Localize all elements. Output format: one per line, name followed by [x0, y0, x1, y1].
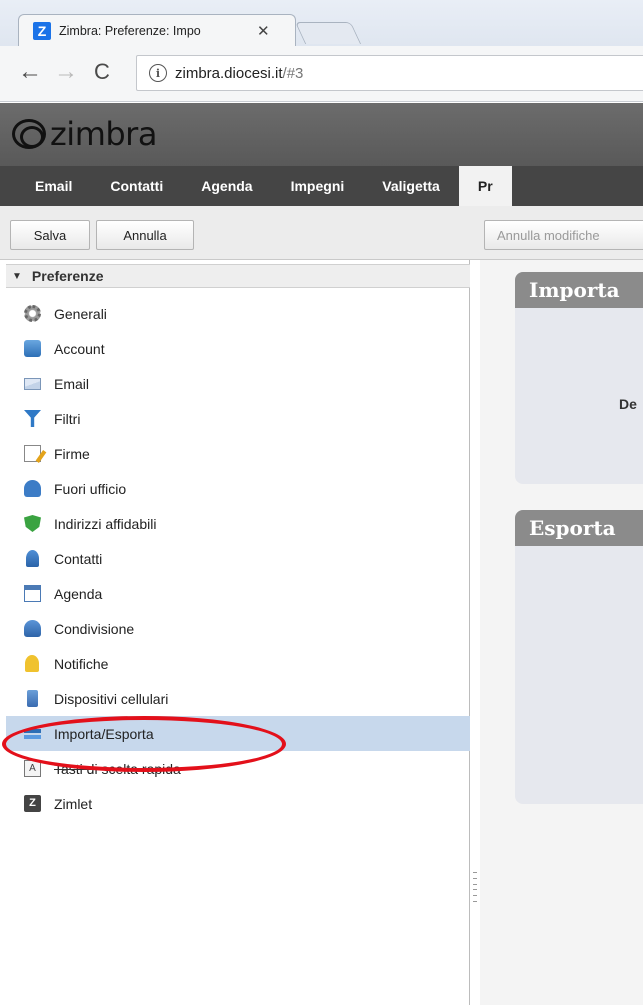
sidebar-item-agenda[interactable]: Agenda — [6, 576, 470, 611]
import-export-icon — [24, 725, 41, 742]
logo-text: zimbra — [50, 115, 157, 153]
zimbra-favicon-icon: Z — [33, 21, 51, 40]
sidebar-item-zimlet[interactable]: Z Zimlet — [6, 786, 470, 821]
sidebar-item-fuori-ufficio[interactable]: Fuori ufficio — [6, 471, 470, 506]
panel-splitter-handle[interactable] — [471, 872, 479, 902]
browser-tab-title: Zimbra: Preferenze: Impo — [59, 23, 201, 38]
app-tabs: Email Contatti Agenda Impegni Valigetta … — [0, 166, 643, 206]
browser-tabstrip: Z Zimbra: Preferenze: Impo ✕ — [0, 0, 643, 46]
sidebar-item-label: Indirizzi affidabili — [54, 515, 157, 532]
sidebar-item-contatti[interactable]: Contatti — [6, 541, 470, 576]
sidebar-item-filtri[interactable]: Filtri — [6, 401, 470, 436]
envelope-icon — [24, 377, 41, 390]
sidebar-item-label: Notifiche — [54, 655, 109, 672]
preferences-tree-header[interactable]: ▼ Preferenze — [6, 264, 470, 288]
sidebar-item-label: Email — [54, 375, 90, 392]
export-section: Esporta — [515, 510, 643, 804]
save-button[interactable]: Salva — [10, 220, 90, 250]
sidebar-item-label: Dispositivi cellulari — [54, 690, 169, 707]
zimbra-logo-icon — [12, 119, 46, 149]
sidebar-item-firme[interactable]: Firme — [6, 436, 470, 471]
preferences-tree: Generali Account Email Filtri Firme Fuor… — [6, 296, 470, 821]
cancel-button[interactable]: Annulla — [96, 220, 194, 250]
address-bar[interactable]: i zimbra.diocesi.it/#3 — [136, 55, 643, 91]
sidebar-item-notifiche[interactable]: Notifiche — [6, 646, 470, 681]
shield-icon — [24, 515, 41, 532]
info-icon[interactable]: i — [149, 64, 167, 82]
sidebar-item-label: Firme — [54, 445, 90, 462]
keyboard-shortcut-icon: A — [24, 760, 41, 777]
sidebar-item-label: Account — [54, 340, 105, 357]
tab-preferenze[interactable]: Pr — [458, 166, 512, 206]
sidebar-item-tasti-di-scelta-rapida[interactable]: A Tasti di scelta rapida — [6, 751, 470, 786]
sidebar-item-condivisione[interactable]: Condivisione — [6, 611, 470, 646]
sidebar-item-label: Filtri — [54, 410, 81, 427]
close-tab-icon[interactable]: ✕ — [257, 22, 270, 40]
import-section: Importa De — [515, 272, 643, 484]
url-path: /#3 — [282, 64, 304, 82]
account-icon — [24, 340, 41, 357]
sidebar-item-dispositivi-cellulari[interactable]: Dispositivi cellulari — [6, 681, 470, 716]
sidebar-item-label: Tasti di scelta rapida — [54, 760, 181, 777]
zimlet-icon: Z — [24, 795, 41, 812]
mobile-device-icon — [27, 690, 38, 707]
sidebar-item-label: Agenda — [54, 585, 103, 602]
sidebar-item-generali[interactable]: Generali — [6, 296, 470, 331]
zimbra-logo[interactable]: zimbra — [12, 115, 157, 153]
preferences-content: Importa De Esporta — [480, 260, 643, 1005]
sidebar-item-email[interactable]: Email — [6, 366, 470, 401]
tab-email[interactable]: Email — [0, 166, 91, 206]
forward-arrow-icon[interactable]: → — [54, 60, 78, 84]
collapse-triangle-icon[interactable]: ▼ — [12, 271, 22, 282]
sidebar-item-label: Condivisione — [54, 620, 135, 637]
sidebar-item-account[interactable]: Account — [6, 331, 470, 366]
tab-valigetta[interactable]: Valigetta — [363, 166, 459, 206]
tab-agenda[interactable]: Agenda — [182, 166, 271, 206]
sidebar-item-indirizzi-affidabili[interactable]: Indirizzi affidabili — [6, 506, 470, 541]
reload-icon[interactable]: C — [94, 60, 110, 84]
contact-icon — [26, 550, 39, 567]
calendar-icon — [24, 585, 41, 602]
filter-icon — [24, 410, 41, 427]
import-section-title: Importa — [515, 272, 643, 308]
signature-icon — [24, 445, 41, 462]
out-of-office-icon — [24, 480, 41, 497]
preferences-sidebar: ▼ Preferenze Generali Account Email Filt… — [0, 260, 470, 1005]
new-tab-button[interactable] — [294, 22, 362, 44]
sidebar-item-importa-esporta[interactable]: Importa/Esporta — [6, 716, 470, 751]
bell-icon — [25, 655, 39, 672]
undo-changes-button[interactable]: Annulla modifiche — [484, 220, 643, 250]
tab-impegni[interactable]: Impegni — [272, 166, 364, 206]
url-host: zimbra.diocesi.it — [175, 64, 283, 82]
sidebar-item-label: Generali — [54, 305, 107, 322]
sharing-icon — [24, 620, 41, 637]
gear-icon — [24, 305, 41, 322]
browser-tab[interactable]: Z Zimbra: Preferenze: Impo ✕ — [18, 14, 296, 46]
back-arrow-icon[interactable]: ← — [18, 60, 42, 84]
sidebar-item-label: Contatti — [54, 550, 103, 567]
sidebar-item-label: Importa/Esporta — [54, 725, 154, 742]
tab-contatti[interactable]: Contatti — [91, 166, 182, 206]
import-field-label: De — [619, 396, 637, 412]
export-section-title: Esporta — [515, 510, 643, 546]
sidebar-item-label: Zimlet — [54, 795, 93, 812]
action-bar: Salva Annulla Annulla modifiche — [0, 206, 643, 260]
browser-toolbar: ← → C i zimbra.diocesi.it/#3 — [0, 46, 643, 102]
app-header: zimbra — [0, 103, 643, 166]
sidebar-item-label: Fuori ufficio — [54, 480, 127, 497]
tree-header-label: Preferenze — [31, 268, 104, 284]
